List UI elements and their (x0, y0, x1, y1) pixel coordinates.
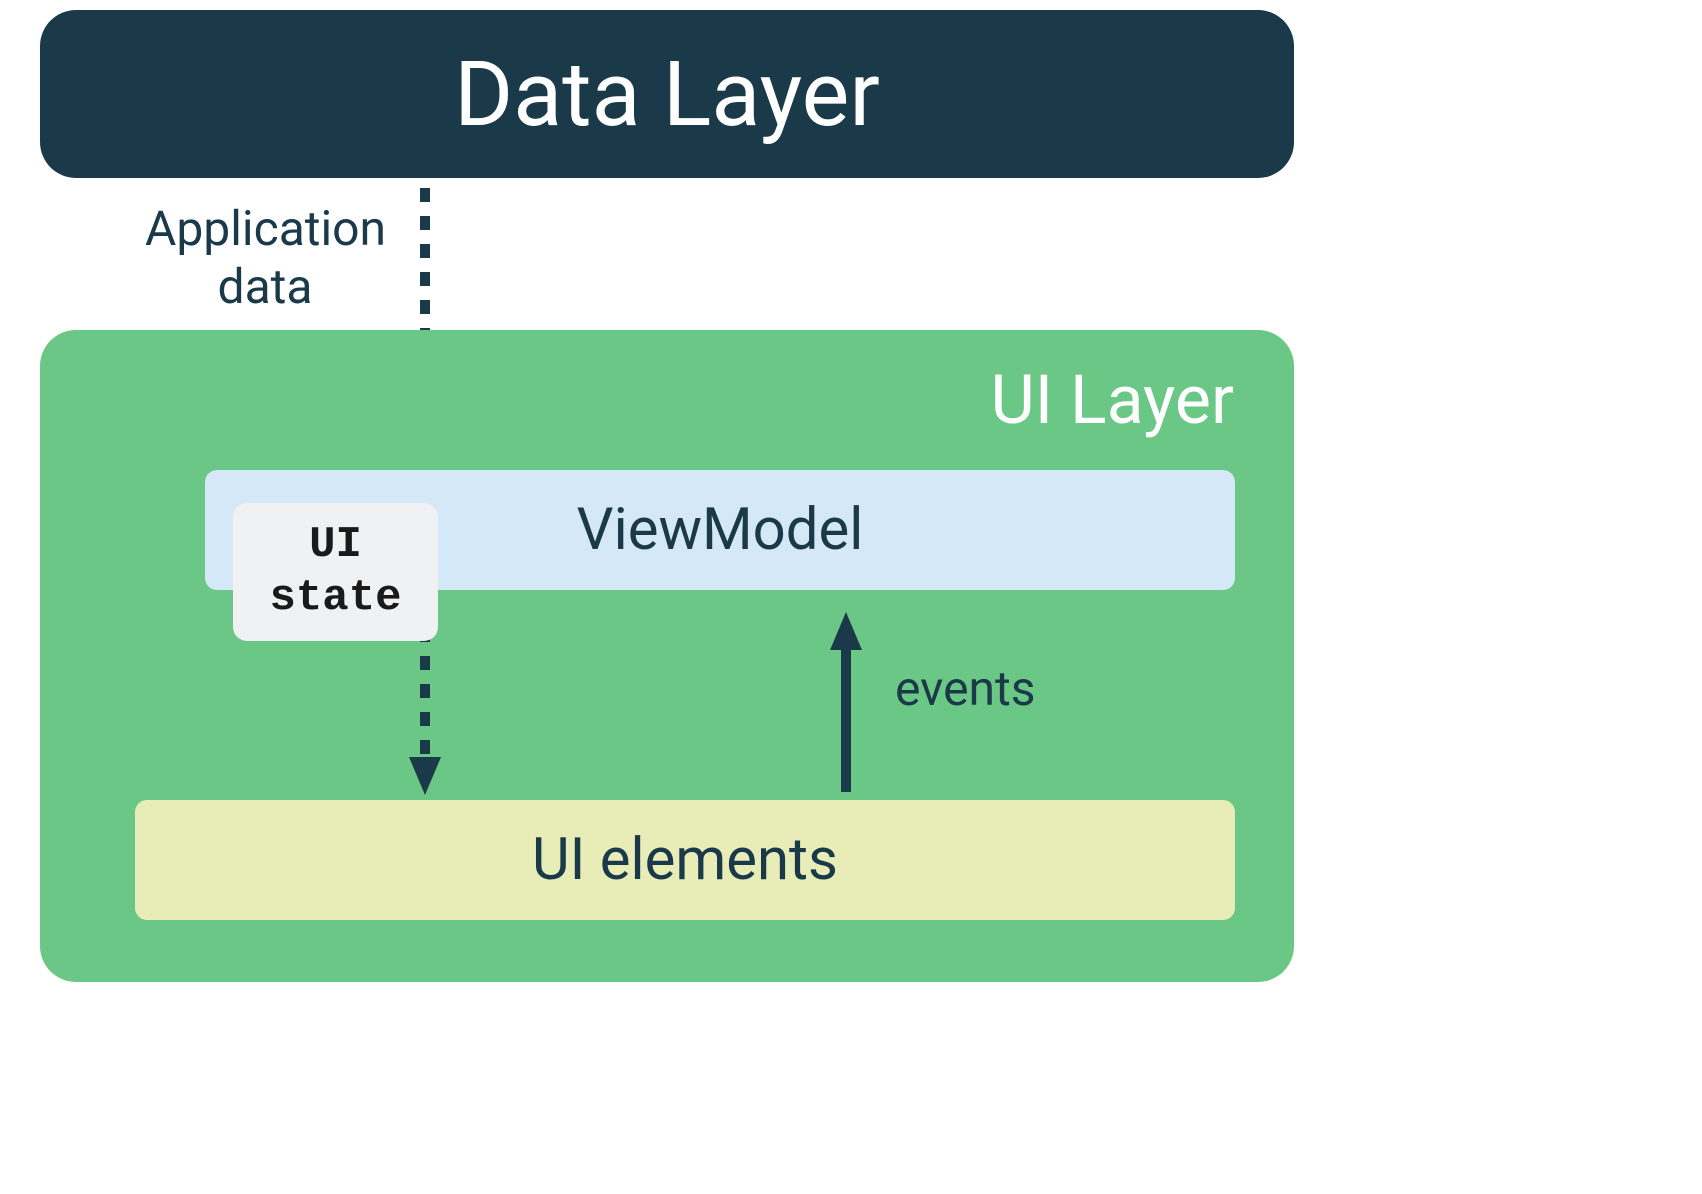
arrow-events-up-icon (826, 612, 866, 792)
ui-state-box: UI state (233, 503, 438, 641)
application-data-label: Application data (145, 200, 385, 315)
events-label: events (895, 660, 1036, 717)
ui-elements-box: UI elements (135, 800, 1235, 920)
data-layer-label: Data Layer (454, 42, 880, 147)
ui-layer-label: UI Layer (991, 360, 1234, 440)
data-layer-box: Data Layer (40, 10, 1294, 178)
ui-state-label: UI state (269, 519, 401, 625)
viewmodel-label: ViewModel (577, 496, 864, 564)
ui-layer-box: UI Layer ViewModel UI state events UI el… (40, 330, 1294, 982)
ui-elements-label: UI elements (532, 826, 838, 894)
